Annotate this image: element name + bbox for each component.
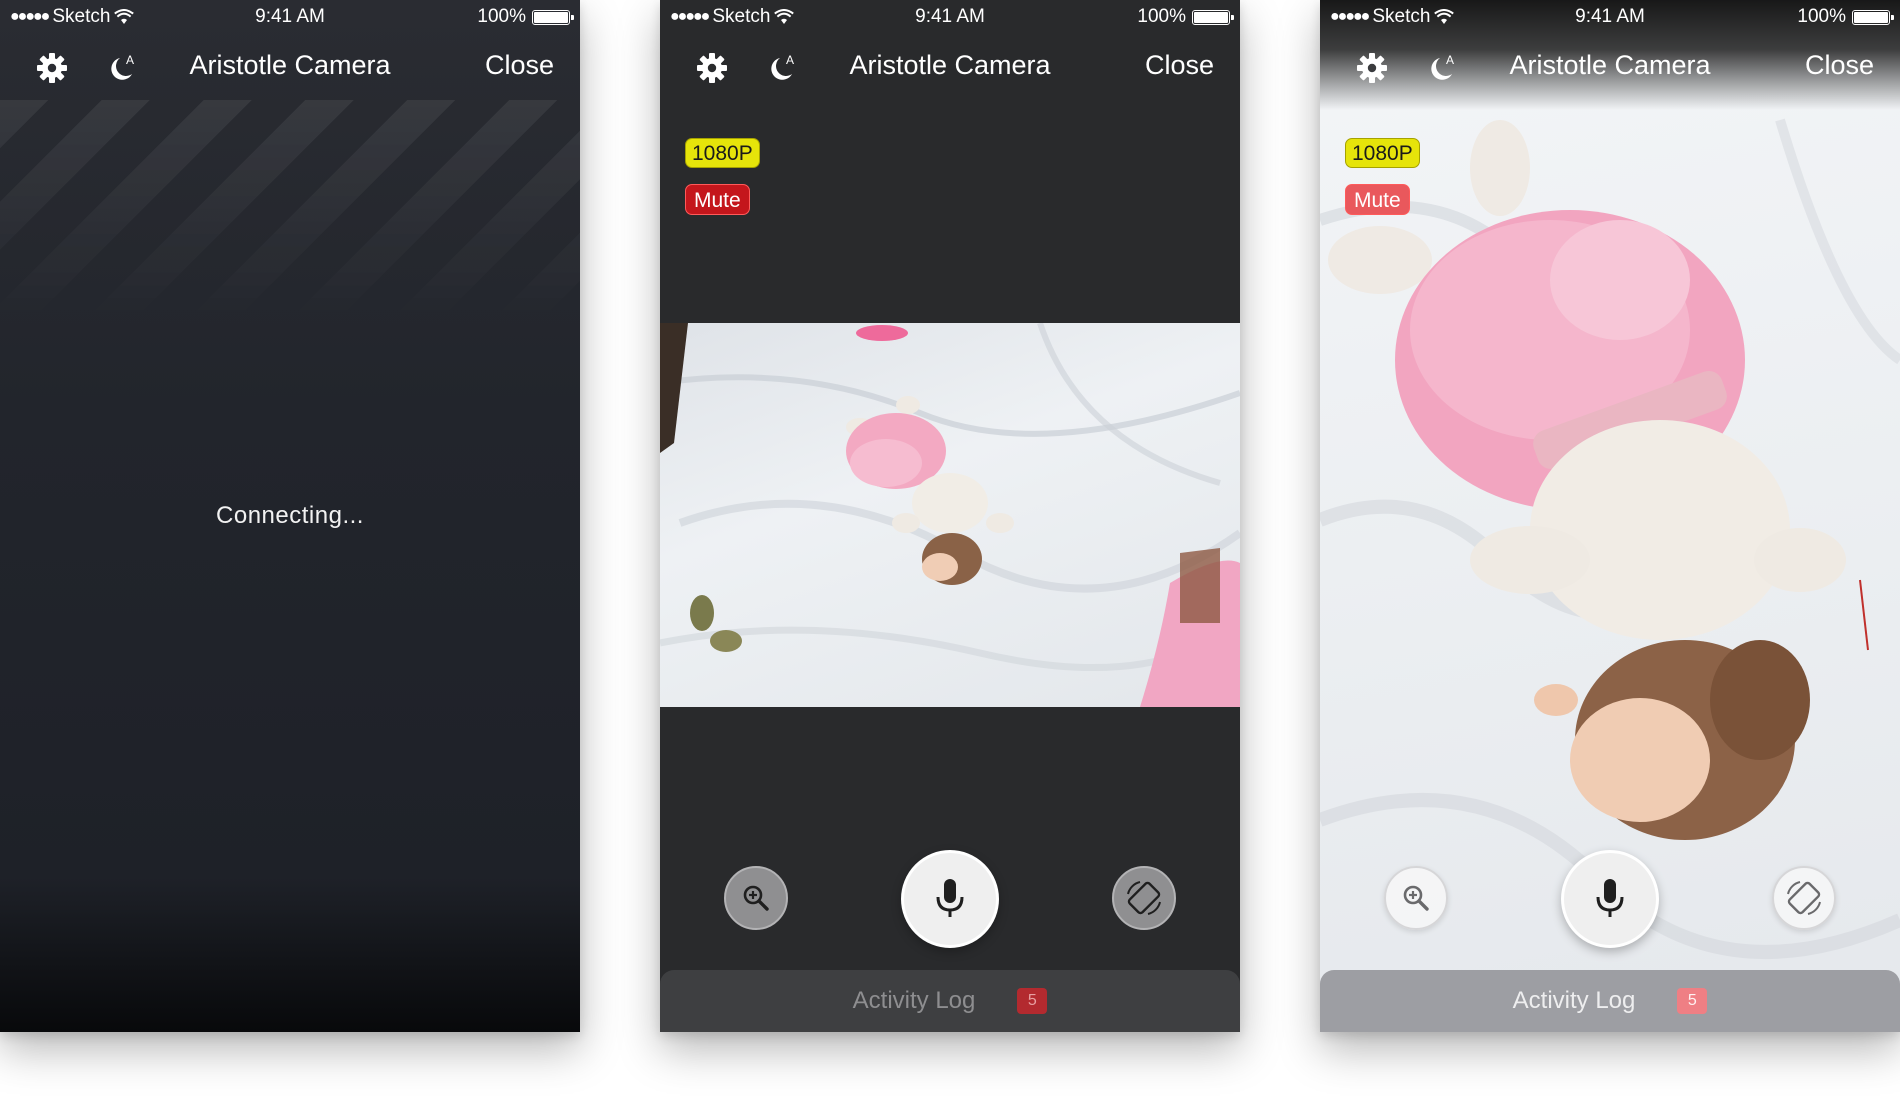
close-button[interactable]: Close: [485, 50, 554, 81]
microphone-button[interactable]: [901, 850, 999, 948]
rotate-screen-icon: [1127, 881, 1161, 915]
activity-log-tab[interactable]: Activity Log 5: [660, 970, 1240, 1032]
battery-group: 100%: [477, 6, 574, 28]
nav-bar: A Aristotle Camera Close: [660, 34, 1240, 100]
status-bar: ●●●●● Sketch 9:41 AM 100%: [1320, 0, 1900, 34]
battery-percent: 100%: [477, 6, 526, 27]
rotate-button[interactable]: [1772, 866, 1836, 930]
rotate-screen-icon: [1787, 881, 1821, 915]
resolution-badge[interactable]: 1080P: [685, 138, 760, 168]
battery-group: 100%: [1797, 6, 1894, 28]
zoom-in-icon: [743, 885, 769, 911]
nav-bar: A Aristotle Camera Close: [0, 34, 580, 100]
activity-log-count-badge: 5: [1017, 988, 1048, 1014]
battery-group: 100%: [1137, 6, 1234, 28]
zoom-in-icon: [1403, 885, 1429, 911]
status-bar: ●●●●● Sketch 9:41 AM 100%: [0, 0, 580, 34]
close-button[interactable]: Close: [1145, 50, 1214, 81]
loading-stripes: [0, 100, 580, 330]
battery-icon: [1192, 9, 1234, 25]
battery-icon: [532, 9, 574, 25]
resolution-badge[interactable]: 1080P: [1345, 138, 1420, 168]
microphone-icon: [1596, 879, 1624, 917]
stream-screen-portrait: ●●●●● Sketch 9:41 AM 100% A Aristotle Ca…: [660, 0, 1240, 1032]
zoom-button[interactable]: [724, 866, 788, 930]
status-bar: ●●●●● Sketch 9:41 AM 100%: [660, 0, 1240, 34]
stream-screen-fullscreen: ●●●●● Sketch 9:41 AM 100% A Aristotle Ca…: [1320, 0, 1900, 1032]
activity-log-tab[interactable]: Activity Log 5: [1320, 970, 1900, 1032]
connecting-screen: ●●●●● Sketch 9:41 AM 100% A Aristotle Ca…: [0, 0, 580, 1032]
connecting-message: Connecting...: [216, 502, 364, 529]
activity-log-label: Activity Log: [852, 987, 976, 1014]
microphone-button[interactable]: [1561, 850, 1659, 948]
camera-feed[interactable]: [660, 323, 1240, 707]
rotate-button[interactable]: [1112, 866, 1176, 930]
activity-log-count-badge: 5: [1677, 988, 1708, 1014]
mute-button[interactable]: Mute: [685, 184, 750, 215]
close-button[interactable]: Close: [1805, 50, 1874, 81]
activity-log-label: Activity Log: [1512, 987, 1636, 1014]
mute-button[interactable]: Mute: [1345, 184, 1410, 215]
battery-percent: 100%: [1797, 6, 1846, 27]
zoom-button[interactable]: [1384, 866, 1448, 930]
battery-percent: 100%: [1137, 6, 1186, 27]
baby-on-bed-image: [660, 323, 1240, 707]
nav-bar: A Aristotle Camera Close: [1320, 34, 1900, 100]
microphone-icon: [936, 879, 964, 917]
battery-icon: [1852, 9, 1894, 25]
